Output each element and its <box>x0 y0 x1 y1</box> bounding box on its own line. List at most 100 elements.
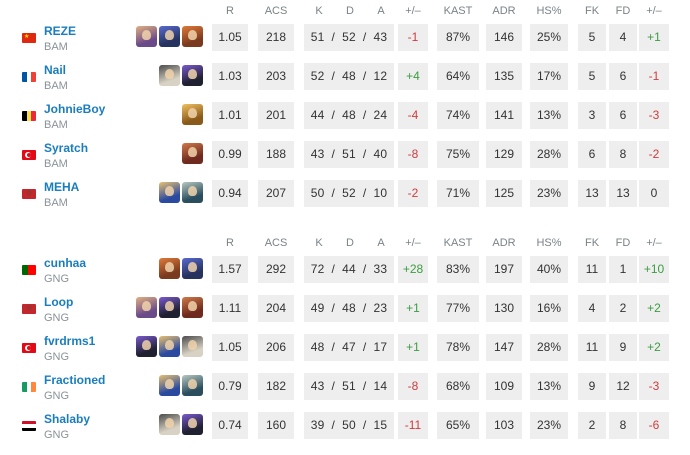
column-header-acs[interactable]: ACS <box>259 2 293 20</box>
agent-portrait-icon <box>182 65 203 86</box>
player-row: ☆ MEHA BAM 0.94 207 50 / 52 / 10 -2 71% 125 23% 13… <box>0 180 690 219</box>
stat-kast-cell: 83% <box>437 256 479 283</box>
stat-fkpm-cell: +1 <box>639 24 669 51</box>
column-header-d[interactable]: D <box>333 2 367 20</box>
stat-kda-cell: 52 / 48 / 12 <box>304 63 394 90</box>
stat-fkpm-cell: +2 <box>639 295 669 322</box>
stat-adr-cell: 103 <box>486 412 522 439</box>
column-header-kast[interactable]: KAST <box>441 234 475 252</box>
stat-fk-cell: 11 <box>578 256 606 283</box>
country-flag-icon <box>22 150 36 160</box>
player-team-tag: BAM <box>44 119 68 131</box>
country-flag-icon <box>22 343 36 353</box>
stat-pm-cell: -8 <box>398 373 428 400</box>
stat-hs-cell: 13% <box>530 373 568 400</box>
country-flag-icon <box>22 382 36 392</box>
stat-acs-cell: 201 <box>258 102 294 129</box>
player-row: Shalaby GNG 0.74 160 39 / 50 / 15 -11 65% 103 23… <box>0 412 690 451</box>
stat-adr-cell: 141 <box>486 102 522 129</box>
stat-r-cell: 1.05 <box>212 334 248 361</box>
column-header-adr[interactable]: ADR <box>487 2 521 20</box>
stat-r-cell: 1.05 <box>212 24 248 51</box>
column-header-pm[interactable]: +/– <box>396 234 430 252</box>
column-header-hs[interactable]: HS% <box>532 234 566 252</box>
stat-pm-cell: -2 <box>398 180 428 207</box>
stat-r-cell: 0.74 <box>212 412 248 439</box>
agent-portrait-icon <box>159 297 180 318</box>
stat-acs-cell: 206 <box>258 334 294 361</box>
player-name-link[interactable]: Shalaby <box>44 412 90 426</box>
player-team-tag: GNG <box>44 390 70 402</box>
stat-adr-cell: 147 <box>486 334 522 361</box>
column-header-d[interactable]: D <box>333 234 367 252</box>
stat-hs-cell: 40% <box>530 256 568 283</box>
stat-adr-cell: 129 <box>486 141 522 168</box>
column-header-fk[interactable]: FK <box>575 2 609 20</box>
column-header-acs[interactable]: ACS <box>259 234 293 252</box>
player-team-tag: GNG <box>44 429 70 441</box>
stat-r-cell: 1.03 <box>212 63 248 90</box>
stat-adr-cell: 135 <box>486 63 522 90</box>
country-flag-icon <box>22 265 36 275</box>
column-header-a[interactable]: A <box>364 234 398 252</box>
column-header-fd[interactable]: FD <box>606 2 640 20</box>
player-name-link[interactable]: Nail <box>44 63 66 77</box>
column-header-pm[interactable]: +/– <box>396 2 430 20</box>
stat-acs-cell: 218 <box>258 24 294 51</box>
player-team-tag: BAM <box>44 80 68 92</box>
player-team-tag: BAM <box>44 197 68 209</box>
player-name-link[interactable]: JohnieBoy <box>44 102 105 116</box>
agent-portrait-icon <box>159 375 180 396</box>
column-header-adr[interactable]: ADR <box>487 234 521 252</box>
stat-fk-cell: 4 <box>578 295 606 322</box>
stat-acs-cell: 204 <box>258 295 294 322</box>
stat-r-cell: 0.99 <box>212 141 248 168</box>
stat-acs-cell: 207 <box>258 180 294 207</box>
country-flag-icon: ☆ <box>22 304 36 314</box>
column-header-k[interactable]: K <box>302 234 336 252</box>
agent-portrait-icon <box>136 336 157 357</box>
column-header-kast[interactable]: KAST <box>441 2 475 20</box>
stat-fk-cell: 2 <box>578 412 606 439</box>
column-header-a[interactable]: A <box>364 2 398 20</box>
stat-fkpm-cell: -6 <box>639 412 669 439</box>
stat-acs-cell: 160 <box>258 412 294 439</box>
agent-portrait-icon <box>159 65 180 86</box>
player-name-link[interactable]: REZE <box>44 24 76 38</box>
stat-hs-cell: 13% <box>530 102 568 129</box>
player-name-link[interactable]: MEHA <box>44 180 79 194</box>
stat-pm-cell: +4 <box>398 63 428 90</box>
stat-kda-cell: 49 / 48 / 23 <box>304 295 394 322</box>
column-header-fk[interactable]: FK <box>575 234 609 252</box>
column-header-k[interactable]: K <box>302 2 336 20</box>
stat-acs-cell: 292 <box>258 256 294 283</box>
player-team-tag: BAM <box>44 158 68 170</box>
stat-r-cell: 1.57 <box>212 256 248 283</box>
player-name-link[interactable]: fvrdrms1 <box>44 334 95 348</box>
stat-pm-cell: +1 <box>398 334 428 361</box>
stat-fk-cell: 11 <box>578 334 606 361</box>
stat-adr-cell: 146 <box>486 24 522 51</box>
player-name-link[interactable]: Fractioned <box>44 373 105 387</box>
player-name-link[interactable]: Loop <box>44 295 73 309</box>
stat-kast-cell: 71% <box>437 180 479 207</box>
column-header-hs[interactable]: HS% <box>532 2 566 20</box>
stat-pm-cell: -8 <box>398 141 428 168</box>
player-name-link[interactable]: cunhaa <box>44 256 86 270</box>
stat-fkpm-cell: -1 <box>639 63 669 90</box>
agent-portrait-icon <box>159 26 180 47</box>
country-flag-icon <box>22 111 36 121</box>
player-name-link[interactable]: Syratch <box>44 141 88 155</box>
stat-hs-cell: 25% <box>530 24 568 51</box>
column-header-fd[interactable]: FD <box>606 234 640 252</box>
stat-kast-cell: 77% <box>437 295 479 322</box>
stat-r-cell: 1.11 <box>212 295 248 322</box>
stat-fd-cell: 13 <box>609 180 637 207</box>
country-flag-icon: ☆ <box>22 189 36 199</box>
column-header-fkpm[interactable]: +/– <box>637 2 671 20</box>
column-header-r[interactable]: R <box>213 234 247 252</box>
stat-fkpm-cell: -3 <box>639 102 669 129</box>
stat-hs-cell: 28% <box>530 334 568 361</box>
column-header-r[interactable]: R <box>213 2 247 20</box>
column-header-fkpm[interactable]: +/– <box>637 234 671 252</box>
